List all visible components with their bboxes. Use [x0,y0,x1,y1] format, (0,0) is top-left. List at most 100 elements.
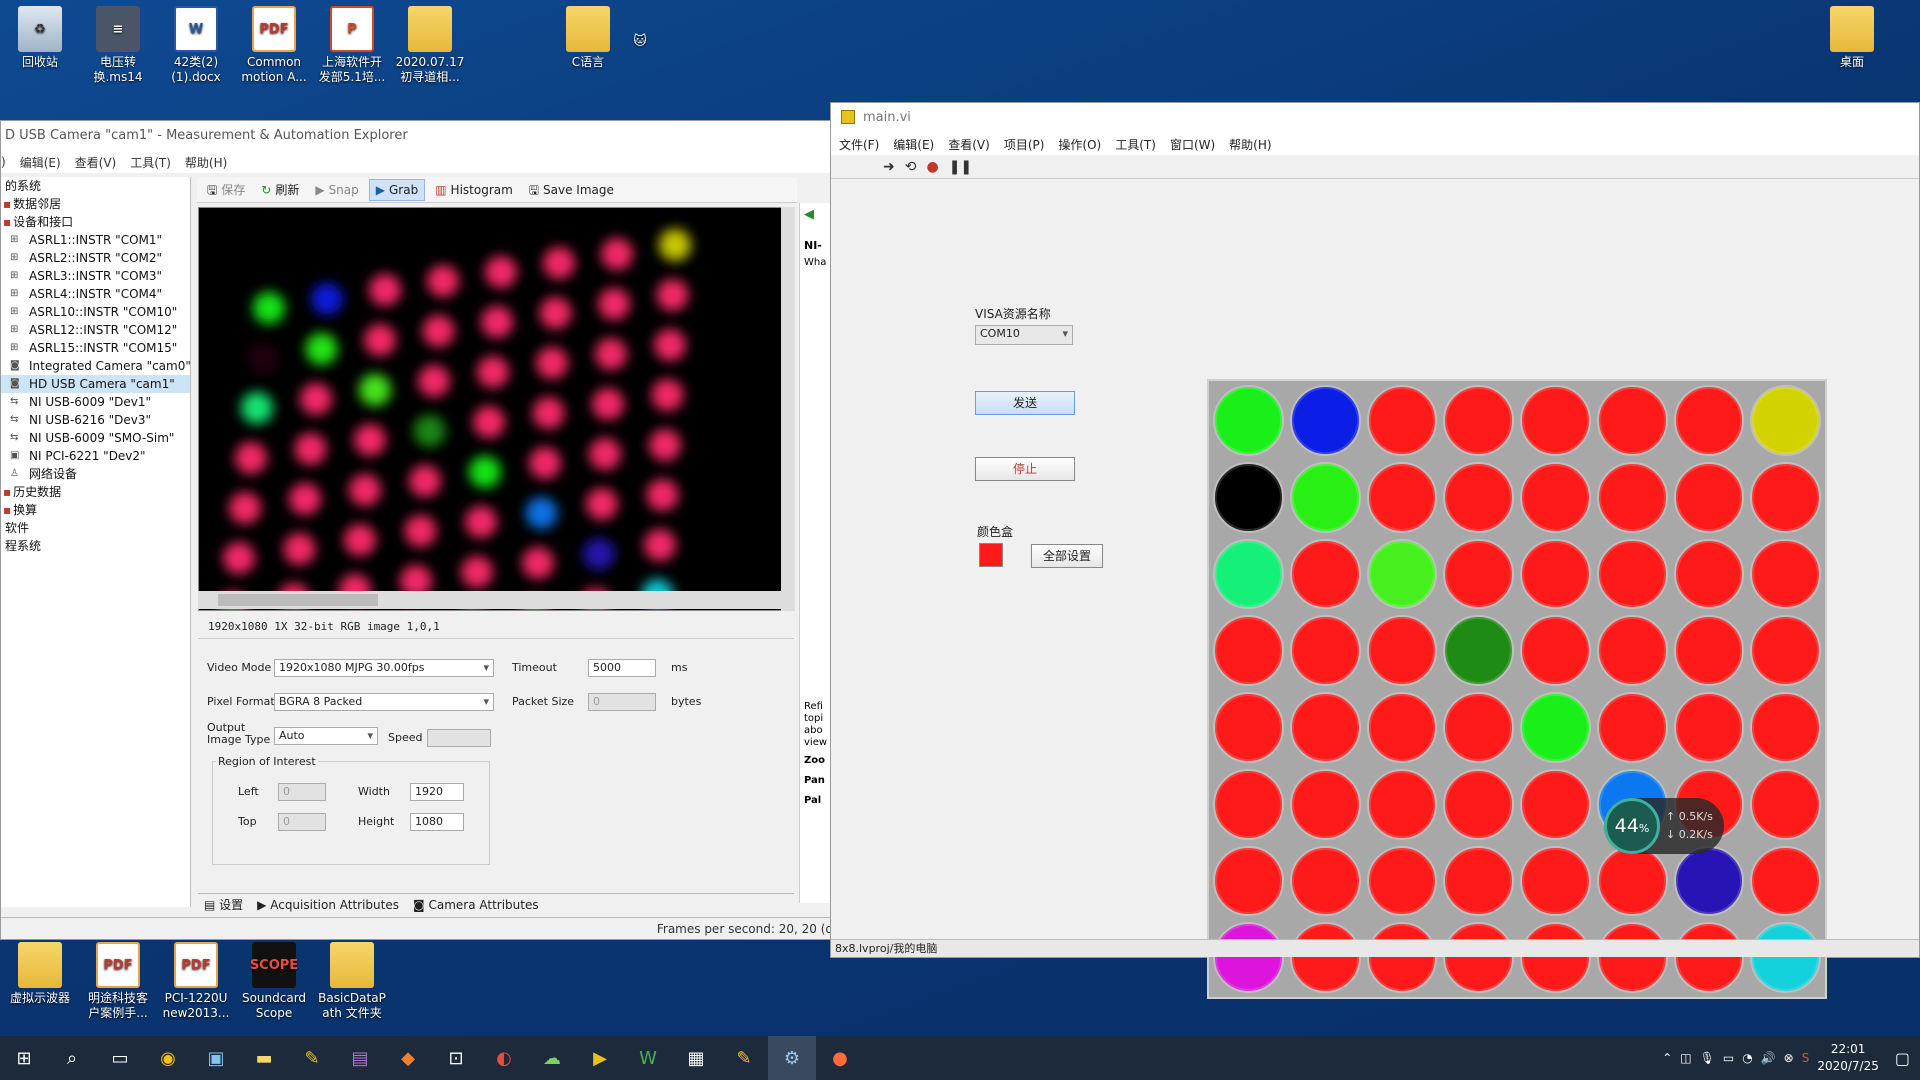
tree-item[interactable]: ▪ 设备和接口 [1,213,190,231]
labview-menu-item[interactable]: 文件(F) [839,136,879,153]
led-r7-c3[interactable] [1443,922,1514,993]
led-r1-c7[interactable] [1750,461,1821,533]
input-method-icon[interactable]: S [1802,1051,1810,1065]
led-r3-c1[interactable] [1289,615,1361,686]
tree-item[interactable]: ⇆ NI USB-6216 "Dev3" [1,411,190,429]
set-all-button[interactable]: 全部设置 [1031,544,1103,568]
led-r0-c0[interactable] [1213,385,1284,456]
start-icon[interactable]: ⊞ [0,1036,48,1080]
labview-menu-item[interactable]: 操作(O) [1058,136,1101,153]
led-r2-c1[interactable] [1289,538,1361,610]
refresh-button[interactable]: ↻ 刷新 [255,179,305,201]
led-r3-c6[interactable] [1673,615,1745,686]
led-r6-c3[interactable] [1443,845,1514,917]
tray-app-icon-2[interactable]: ⊗ [1784,1051,1794,1065]
desktop-icon-recycle-bin[interactable]: ♻ 回收站 [0,6,80,70]
scroll-thumb[interactable] [218,594,378,606]
tree-item[interactable]: ♙ 网络设备 [1,465,190,483]
desktop-icon-folder-2020[interactable]: 2020.07.17 初寻道相... [390,6,470,85]
tree-item[interactable]: ⇆ NI USB-6009 "SMO-Sim" [1,429,190,447]
labview-menu-item[interactable]: 帮助(H) [1229,136,1271,153]
run-icon[interactable]: ➜ [883,159,895,175]
led-r3-c5[interactable] [1596,615,1668,686]
led-r1-c3[interactable] [1443,461,1514,533]
tree-item[interactable]: ⊞ ASRL12::INSTR "COM12" [1,321,190,339]
led-r1-c1[interactable] [1289,461,1361,533]
led-r5-c3[interactable] [1443,768,1514,840]
network-speed-widget[interactable]: 44% ↑ 0.5K/s ↓ 0.2K/s [1604,798,1724,854]
video-mode-select[interactable]: 1920x1080 MJPG 30.00fps [274,659,494,677]
tree-item[interactable]: ◙ HD USB Camera "cam1" [1,375,190,393]
max-menu-item[interactable]: ) [1,155,6,169]
desktop-icon-folder-basic[interactable]: BasicDataP ath 文件夹 [312,942,392,1021]
width-input[interactable]: 1920 [410,783,464,801]
led-r7-c1[interactable] [1289,922,1361,993]
led-r4-c0[interactable] [1213,692,1284,763]
led-r5-c1[interactable] [1289,768,1361,840]
chevron-up-icon[interactable]: ⌃ [1662,1051,1672,1065]
tree-item[interactable]: ⊞ ASRL10::INSTR "COM10" [1,303,190,321]
desktop-icon-cat-widget[interactable]: 🐱 [600,18,680,67]
max-menu-item[interactable]: 查看(V) [75,154,117,171]
pause-icon[interactable]: ❚❚ [949,159,972,175]
led-r6-c2[interactable] [1366,845,1438,917]
max-menu-item[interactable]: 编辑(E) [20,154,61,171]
stop-button[interactable]: 停止 [975,457,1075,481]
led-r1-c0[interactable] [1213,461,1284,533]
save-image-button[interactable]: 🖫 Save Image [523,179,620,201]
grab-button[interactable]: ▶ Grab [368,178,426,201]
image-vertical-scrollbar[interactable] [781,207,795,611]
led-r2-c6[interactable] [1673,538,1745,610]
wechat-icon[interactable]: ☁ [528,1036,576,1080]
led-r7-c0[interactable] [1213,922,1284,993]
desktop-icon-pdf-mingtu[interactable]: PDF 明途科技客 户案例手... [78,942,158,1021]
led-r7-c4[interactable] [1520,922,1591,993]
led-r4-c2[interactable] [1366,692,1438,763]
led-r7-c5[interactable] [1596,922,1668,993]
volume-icon[interactable]: 🔊 [1761,1051,1776,1065]
led-r2-c3[interactable] [1443,538,1514,610]
led-r0-c3[interactable] [1443,385,1514,456]
tree-item[interactable]: ⊞ ASRL1::INSTR "COM1" [1,231,190,249]
tree-item[interactable]: ⊞ ASRL4::INSTR "COM4" [1,285,190,303]
led-r6-c5[interactable] [1596,845,1668,917]
app-icon-4[interactable]: ◆ [384,1036,432,1080]
desktop-icon-folder-desktop[interactable]: 桌面 [1812,6,1892,70]
tab-acquisition-attributes[interactable]: ▶ Acquisition Attributes [257,898,399,912]
microphone-icon[interactable]: 🎙 [1700,1051,1715,1065]
abort-icon[interactable]: ● [926,159,938,175]
labview-menu-item[interactable]: 项目(P) [1004,136,1045,153]
led-r5-c7[interactable] [1750,768,1821,840]
snap-button[interactable]: ▶ Snap [309,179,364,201]
led-r7-c6[interactable] [1673,922,1745,993]
desktop-icon-voltage-file[interactable]: ≡ 电压转 换.ms14 [78,6,158,85]
desktop-icon-folder-oscilloscope[interactable]: 虚拟示波器 [0,942,80,1006]
app-icon-6[interactable]: ◐ [480,1036,528,1080]
output-type-select[interactable]: Auto [274,727,378,745]
desktop-icon-pdf-common[interactable]: PDF Common motion A... [234,6,314,85]
tree-item[interactable]: ▣ NI PCI-6221 "Dev2" [1,447,190,465]
battery-icon[interactable]: ▭ [1723,1051,1734,1065]
led-r2-c7[interactable] [1750,538,1821,610]
save-button[interactable]: 🖫 保存 [201,179,251,201]
pixel-format-select[interactable]: BGRA 8 Packed [274,693,494,711]
led-r1-c5[interactable] [1596,461,1668,533]
led-r7-c7[interactable] [1750,922,1821,993]
led-r0-c4[interactable] [1520,385,1591,456]
app-icon-9[interactable]: ● [816,1036,864,1080]
led-r0-c1[interactable] [1289,385,1361,456]
max-menu-item[interactable]: 工具(T) [130,154,171,171]
packet-size-input[interactable]: 0 [588,693,656,711]
tree-item[interactable]: 程系统 [1,537,190,555]
led-r3-c0[interactable] [1213,615,1284,686]
device-tree[interactable]: 的系统 ▪ 数据邻居 ▪ 设备和接口 ⊞ ASRL1::INSTR "COM1" ⊞ ASRL2… [1,177,191,907]
visa-resource-select[interactable]: COM10 [975,325,1073,345]
chrome-icon[interactable]: ◉ [144,1036,192,1080]
led-r0-c7[interactable] [1750,385,1821,456]
tray-app-icon[interactable]: ◫ [1680,1051,1691,1065]
histogram-button[interactable]: ▥ Histogram [429,179,519,201]
led-r0-c5[interactable] [1596,385,1668,456]
labview-menu-item[interactable]: 窗口(W) [1170,136,1215,153]
desktop-icon-pdf-pci[interactable]: PDF PCI-1220U new2013... [156,942,236,1021]
color-box[interactable] [979,543,1003,567]
